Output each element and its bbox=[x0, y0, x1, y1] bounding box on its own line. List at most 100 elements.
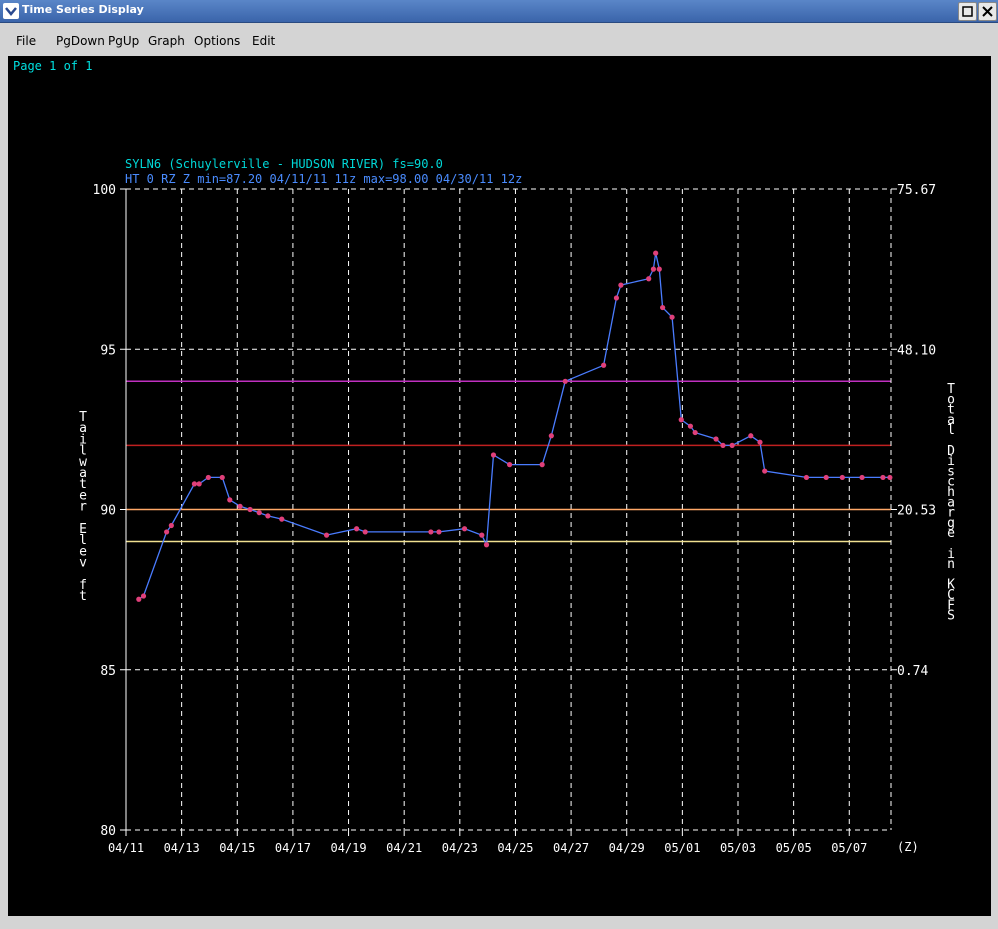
menu-options[interactable]: Options bbox=[194, 34, 240, 48]
data-point bbox=[653, 250, 659, 256]
data-point bbox=[279, 516, 285, 522]
axis-label-char: v bbox=[79, 556, 87, 571]
data-point bbox=[678, 417, 684, 423]
data-point bbox=[562, 378, 568, 384]
data-point bbox=[227, 497, 233, 503]
threshold-lines bbox=[126, 380, 891, 543]
y2-axis-label: TotalDischargeinKCFS bbox=[947, 382, 955, 624]
x-tick-label: 04/21 bbox=[386, 841, 422, 855]
data-point bbox=[490, 452, 497, 458]
data-point bbox=[191, 481, 198, 487]
x-tick-label: 05/03 bbox=[720, 841, 756, 855]
y-tick-label: 95 bbox=[100, 343, 116, 358]
maximize-icon[interactable] bbox=[958, 2, 977, 21]
data-point bbox=[436, 529, 442, 535]
menu-file[interactable]: File bbox=[16, 34, 36, 48]
window-title: Time Series Display bbox=[22, 3, 144, 16]
data-point bbox=[168, 522, 174, 529]
data-point bbox=[618, 282, 624, 288]
x-axis-label: (Z) bbox=[897, 840, 919, 854]
data-point bbox=[859, 474, 865, 481]
data-point bbox=[713, 436, 719, 442]
data-point bbox=[323, 532, 330, 538]
axis-label-char: S bbox=[947, 609, 955, 624]
data-point bbox=[762, 468, 768, 474]
time-series-chart: SYLN6 (Schuylerville - HUDSON RIVER) fs=… bbox=[79, 157, 955, 855]
data-point bbox=[687, 423, 694, 429]
data-point bbox=[613, 295, 620, 301]
x-tick-label: 04/27 bbox=[553, 841, 589, 855]
x-tick-label: 05/05 bbox=[776, 841, 812, 855]
status-bar bbox=[4, 918, 994, 926]
x-tick-label: 04/29 bbox=[609, 841, 645, 855]
data-point bbox=[354, 526, 360, 532]
axis-label-char: n bbox=[947, 557, 955, 572]
axes: 100 95 90 85 80 75.67 48.10 20.53 0.74 04/11 04/13… bbox=[79, 183, 955, 855]
data-point bbox=[136, 596, 142, 602]
data-point bbox=[601, 362, 607, 368]
y2-tick-label: 75.67 bbox=[897, 183, 936, 198]
y-tick-label: 100 bbox=[93, 183, 116, 198]
y2-tick-label: 0.74 bbox=[897, 664, 928, 679]
y2-tick-label: 20.53 bbox=[897, 504, 936, 519]
data-point bbox=[205, 474, 211, 481]
data-point bbox=[164, 529, 170, 535]
menu-edit[interactable]: Edit bbox=[252, 34, 275, 48]
window-menu-icon[interactable] bbox=[3, 3, 19, 19]
data-point bbox=[265, 513, 271, 519]
menu-graph[interactable]: Graph bbox=[148, 34, 185, 48]
chart-subtitle: HT 0 RZ Z min=87.20 04/11/11 11z max=98.… bbox=[125, 172, 522, 186]
data-point bbox=[483, 542, 490, 548]
x-tick-label: 04/17 bbox=[275, 841, 311, 855]
data-point bbox=[507, 462, 513, 468]
x-tick-label: 05/01 bbox=[664, 841, 700, 855]
series-polyline bbox=[138, 252, 890, 600]
data-point bbox=[237, 503, 243, 509]
data-point bbox=[757, 439, 763, 445]
data-point bbox=[539, 462, 545, 468]
y-tick-label: 85 bbox=[100, 664, 116, 679]
data-point bbox=[247, 506, 253, 513]
axis-label-char: r bbox=[79, 500, 87, 515]
menu-pgdown[interactable]: PgDown bbox=[56, 34, 105, 48]
y-tick-label: 80 bbox=[100, 824, 116, 839]
chart-title: SYLN6 (Schuylerville - HUDSON RIVER) fs=… bbox=[125, 157, 443, 171]
x-tick-label: 04/25 bbox=[497, 841, 533, 855]
x-tick-label: 05/07 bbox=[831, 841, 867, 855]
data-point bbox=[660, 304, 666, 311]
x-tick-label: 04/13 bbox=[164, 841, 200, 855]
x-tick-label: 04/15 bbox=[219, 841, 255, 855]
data-point bbox=[196, 481, 202, 487]
data-point bbox=[887, 474, 893, 481]
data-point bbox=[428, 529, 434, 535]
data-point bbox=[461, 526, 468, 532]
y-tick-label: 90 bbox=[100, 504, 116, 519]
x-tick-label: 04/11 bbox=[108, 841, 144, 855]
close-icon[interactable] bbox=[978, 2, 997, 21]
plot-area: Page 1 of 1 SYLN6 (Schuylerville - HUDSO… bbox=[8, 56, 991, 916]
time-series-window: Time Series Display File PgDown PgUp Gra… bbox=[0, 0, 998, 929]
data-point bbox=[729, 442, 735, 448]
data-point bbox=[823, 474, 829, 481]
axis-label-char: l bbox=[947, 423, 955, 438]
data-point bbox=[140, 593, 147, 599]
data-point bbox=[720, 442, 726, 448]
title-bar: Time Series Display bbox=[0, 0, 998, 23]
data-point bbox=[650, 266, 657, 272]
x-tick-label: 04/23 bbox=[442, 841, 478, 855]
data-point bbox=[479, 532, 485, 538]
page-indicator: Page 1 of 1 bbox=[13, 59, 93, 73]
menu-bar: File PgDown PgUp Graph Options Edit bbox=[4, 27, 994, 55]
y-axis-label: TailwaterElevft bbox=[79, 410, 87, 604]
data-point bbox=[646, 276, 652, 282]
series-markers bbox=[136, 250, 893, 602]
data-point bbox=[256, 510, 262, 516]
y2-tick-label: 48.10 bbox=[897, 343, 936, 358]
menu-pgup[interactable]: PgUp bbox=[108, 34, 139, 48]
data-point bbox=[362, 529, 368, 535]
axis-label-char: t bbox=[79, 589, 87, 604]
data-point bbox=[669, 314, 675, 320]
data-point bbox=[880, 474, 886, 481]
axis-label-char: e bbox=[947, 526, 955, 541]
data-point bbox=[692, 429, 698, 436]
